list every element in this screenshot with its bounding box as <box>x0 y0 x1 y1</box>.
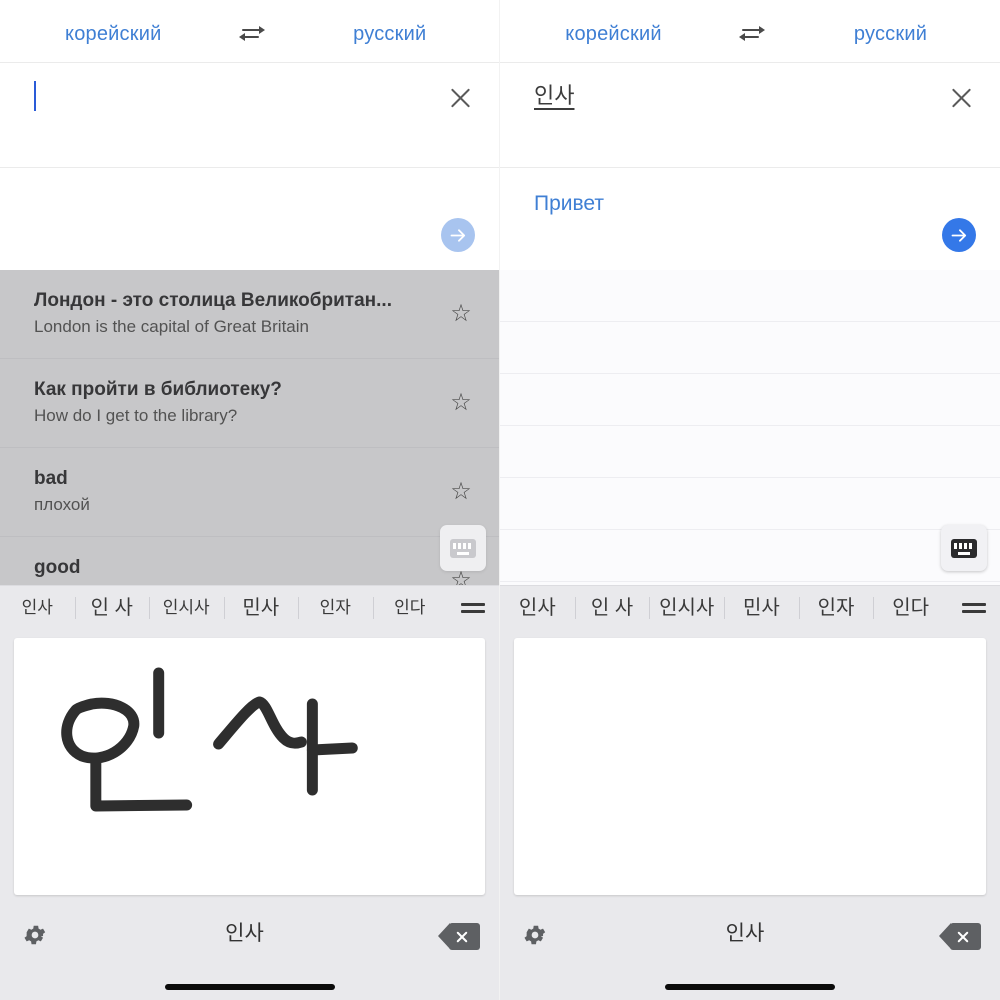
candidate-item[interactable]: 인다 <box>372 586 448 630</box>
source-text-input[interactable]: 인사 <box>534 81 946 111</box>
language-bar: корейский русский <box>0 0 499 62</box>
history-source-text: good <box>34 557 81 578</box>
handwriting-canvas[interactable] <box>514 638 986 895</box>
star-outline-icon[interactable]: ☆ <box>447 391 475 415</box>
candidate-item[interactable]: 인시사 <box>149 586 224 630</box>
history-row[interactable] <box>500 478 1000 530</box>
history-source-text: Как пройти в библиотеку? <box>34 379 282 400</box>
show-keyboard-button[interactable] <box>440 525 486 571</box>
candidate-item[interactable]: 인 사 <box>574 586 650 630</box>
history-row[interactable]: bad плохой ☆ <box>0 448 499 537</box>
backspace-key[interactable] <box>920 918 1000 950</box>
swap-languages-button[interactable] <box>217 25 287 43</box>
translation-history-list[interactable] <box>500 270 1000 585</box>
target-language-selector[interactable]: русский <box>287 23 500 46</box>
backspace-icon <box>939 923 981 950</box>
source-input-zone <box>0 62 499 167</box>
submit-translate-button[interactable] <box>441 218 475 252</box>
keyboard-bottom-bar: 인사 <box>500 904 1000 1000</box>
candidate-item[interactable]: 인자 <box>798 586 874 630</box>
keyboard-icon <box>450 538 476 558</box>
translation-text <box>0 168 499 196</box>
gear-icon <box>524 925 546 945</box>
history-row[interactable] <box>500 530 1000 582</box>
backspace-key[interactable] <box>419 918 499 950</box>
arrow-right-circle-icon <box>450 228 465 242</box>
history-row[interactable]: good ☆ <box>0 537 499 585</box>
backspace-icon <box>438 923 480 950</box>
source-language-selector[interactable]: корейский <box>500 23 717 46</box>
handwriting-canvas[interactable] <box>14 638 485 895</box>
history-source-text: bad <box>34 468 68 489</box>
keyboard-settings-button[interactable] <box>0 918 70 948</box>
source-text-value: 인사 <box>534 83 575 108</box>
candidate-suggestions-bar: 인사 인 사 인시사 민사 인자 인다 <box>500 585 1000 629</box>
handwriting-strokes <box>61 667 358 812</box>
star-outline-icon[interactable]: ☆ <box>447 302 475 326</box>
screen-right: корейский русский 인사 Привет 인사 인 사 인시사 민… <box>500 0 1000 1000</box>
submit-translate-button[interactable] <box>942 218 976 252</box>
star-outline-icon[interactable]: ☆ <box>447 480 475 504</box>
screen-left: корейский русский Лондон - это столица В… <box>0 0 500 1000</box>
history-target-text: плохой <box>34 495 90 514</box>
candidate-item[interactable]: 민사 <box>223 586 299 630</box>
candidate-item[interactable]: 인사 <box>500 586 575 630</box>
source-language-selector[interactable]: корейский <box>0 23 217 46</box>
history-row[interactable]: Как пройти в библиотеку? How do I get to… <box>0 359 499 448</box>
swap-horizontal-icon <box>739 25 765 43</box>
committed-word-label: 인사 <box>725 922 765 945</box>
handwriting-input-zone <box>500 629 1000 904</box>
handwriting-input-zone <box>0 629 499 904</box>
show-keyboard-button[interactable] <box>941 525 987 571</box>
committed-word-label: 인사 <box>225 922 264 945</box>
swap-languages-button[interactable] <box>717 25 787 43</box>
target-language-selector[interactable]: русский <box>787 23 1000 46</box>
candidate-item[interactable]: 인사 <box>0 586 75 630</box>
keyboard-settings-button[interactable] <box>500 918 570 948</box>
history-row[interactable] <box>500 322 1000 374</box>
more-candidates-icon <box>962 602 987 613</box>
translation-result-zone <box>0 167 499 270</box>
text-caret <box>34 81 36 111</box>
translation-text: Привет <box>534 192 605 215</box>
history-target-text: How do I get to the library? <box>34 406 238 425</box>
language-bar: корейский русский <box>500 0 1000 62</box>
history-row[interactable] <box>500 270 1000 322</box>
arrow-right-circle-icon <box>951 228 966 242</box>
gear-icon <box>24 925 46 945</box>
more-candidates-button[interactable] <box>447 602 499 613</box>
keyboard-icon <box>951 538 977 558</box>
clear-input-button[interactable] <box>946 83 976 113</box>
swap-horizontal-icon <box>238 25 265 43</box>
home-indicator <box>164 984 335 990</box>
more-candidates-button[interactable] <box>948 602 1000 613</box>
star-outline-icon[interactable]: ☆ <box>447 569 475 586</box>
screenshot-pair: корейский русский Лондон - это столица В… <box>0 0 1000 1000</box>
candidate-item[interactable]: 인자 <box>298 586 373 630</box>
history-row[interactable] <box>500 374 1000 426</box>
translation-result-zone: Привет <box>500 167 1000 270</box>
home-indicator <box>665 984 835 990</box>
candidate-item[interactable]: 인 사 <box>74 586 150 630</box>
source-text-input[interactable] <box>34 81 445 112</box>
history-target-text: London is the capital of Great Britain <box>34 317 309 336</box>
candidate-item[interactable]: 인시사 <box>649 586 724 630</box>
translation-history-list[interactable]: Лондон - это столица Великобритан... Lon… <box>0 270 499 585</box>
more-candidates-icon <box>461 602 485 613</box>
history-row[interactable] <box>500 426 1000 478</box>
candidate-item[interactable]: 인다 <box>873 586 948 630</box>
source-input-zone: 인사 <box>500 62 1000 167</box>
history-row[interactable]: Лондон - это столица Великобритан... Lon… <box>0 270 499 359</box>
keyboard-bottom-bar: 인사 <box>0 904 499 1000</box>
clear-input-button[interactable] <box>445 83 475 113</box>
history-source-text: Лондон - это столица Великобритан... <box>34 290 392 311</box>
candidate-item[interactable]: 민사 <box>724 586 799 630</box>
candidate-suggestions-bar: 인사 인 사 인시사 민사 인자 인다 <box>0 585 499 629</box>
